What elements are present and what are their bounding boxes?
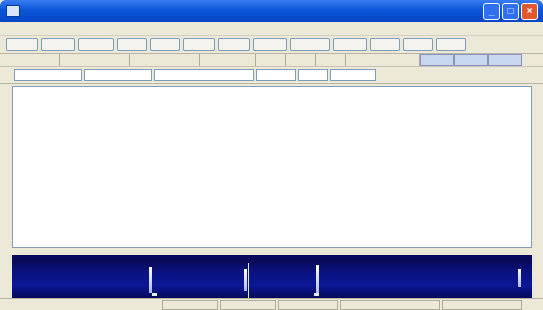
frequency-ruler: [12, 255, 532, 263]
signal-trace: [314, 293, 319, 296]
panel-divider: [0, 248, 543, 255]
macro-button[interactable]: [150, 38, 180, 51]
log-button[interactable]: [454, 54, 488, 66]
field-header: [60, 54, 130, 66]
status-cell: [278, 299, 338, 310]
macro-button[interactable]: [183, 38, 215, 51]
field-input[interactable]: [330, 69, 376, 81]
qth-input[interactable]: [154, 69, 254, 81]
call-input[interactable]: [14, 69, 82, 81]
macro-button[interactable]: [41, 38, 75, 51]
app-icon: [6, 5, 20, 17]
field-header: [286, 54, 316, 66]
menu-bar: [0, 22, 543, 36]
receive-cursor[interactable]: [248, 263, 249, 298]
title-bar: _ □ ×: [0, 0, 543, 22]
log-field-inputs: [0, 67, 543, 84]
signal-trace: [149, 267, 152, 293]
status-cell: [162, 299, 218, 310]
close-button[interactable]: ×: [521, 2, 538, 20]
maximize-button[interactable]: □: [502, 2, 519, 20]
macro-button[interactable]: [403, 38, 433, 51]
field-input[interactable]: [298, 69, 328, 81]
signal-trace: [518, 269, 521, 287]
signal-trace: [316, 265, 319, 295]
status-cell: [340, 299, 440, 310]
log-button[interactable]: [420, 54, 454, 66]
field-header: [316, 54, 346, 66]
waterfall-display[interactable]: [12, 255, 532, 298]
field-header: [200, 54, 256, 66]
macro-button[interactable]: [117, 38, 147, 51]
macro-button[interactable]: [253, 38, 287, 51]
status-cell: [442, 299, 522, 310]
signal-trace: [244, 269, 247, 291]
field-header: [0, 54, 60, 66]
macro-button[interactable]: [290, 38, 330, 51]
receive-text-panel[interactable]: [12, 86, 532, 248]
rst-input[interactable]: [256, 69, 296, 81]
field-header: [256, 54, 286, 66]
macro-button[interactable]: [333, 38, 367, 51]
macro-button[interactable]: [78, 38, 114, 51]
macro-button[interactable]: [370, 38, 400, 51]
log-button[interactable]: [488, 54, 522, 66]
signal-trace: [152, 293, 157, 296]
status-cell: [220, 299, 276, 310]
name-input[interactable]: [84, 69, 152, 81]
macro-button-bar: [0, 36, 543, 54]
field-header: [346, 54, 420, 66]
log-field-headers: [0, 54, 543, 67]
field-header: [130, 54, 200, 66]
status-cell: [0, 300, 160, 310]
status-bar: [0, 298, 543, 310]
macro-button[interactable]: [6, 38, 38, 51]
minimize-button[interactable]: _: [483, 2, 500, 20]
macro-button[interactable]: [436, 38, 466, 51]
macro-button[interactable]: [218, 38, 250, 51]
